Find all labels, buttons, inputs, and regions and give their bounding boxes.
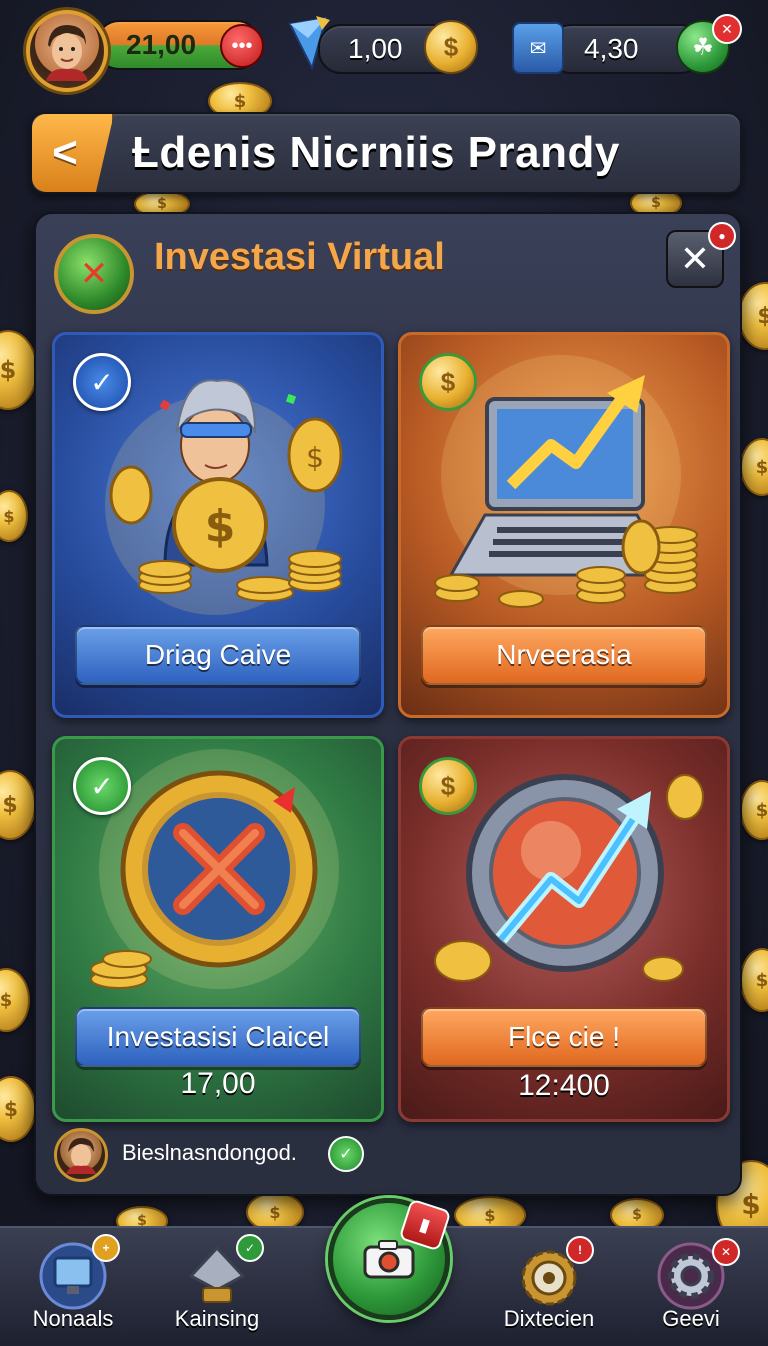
background-coin: $ — [0, 1076, 36, 1142]
nav-label: Geevi — [662, 1306, 720, 1331]
check-icon: ✓ — [73, 353, 131, 411]
background-coin: $ — [740, 438, 768, 496]
nav-label: Nonaals — [32, 1306, 114, 1331]
investment-card-red[interactable]: $ Flce cie ! 12:400 — [398, 736, 730, 1122]
page-header: < Ƚdenis Nicrniis Prandy — [30, 112, 742, 194]
balance-value: 21,00 — [126, 29, 197, 60]
investment-card-green[interactable]: ✓ Investasisi Claicel 17,00 — [52, 736, 384, 1122]
nav-item-kainsing[interactable]: ✓ Kainsing — [152, 1228, 282, 1346]
investment-card-orange[interactable]: $ Nrveerasia — [398, 332, 730, 718]
investment-panel: ✕ Investasi Virtual ✕ ● $ $ ✓ Driag Caiv… — [34, 212, 742, 1196]
background-coin: $ — [0, 770, 36, 840]
player-face-icon — [46, 25, 88, 81]
background-coin: $ — [0, 330, 38, 410]
check-icon: ✓ — [328, 1136, 364, 1172]
mini-face-icon — [66, 1138, 96, 1174]
footer-status-text: Bieslnasndongod. — [122, 1140, 297, 1165]
back-arrow-icon: < — [52, 128, 78, 177]
more-dots-icon[interactable]: ••• — [220, 24, 264, 68]
gold-coin-icon[interactable]: $ — [424, 20, 478, 74]
alert-badge: ! — [566, 1236, 594, 1264]
background-coin: $ — [0, 968, 30, 1032]
nav-item-nonaals[interactable]: + Nonaals — [8, 1228, 138, 1346]
gem-value: 1,00 — [348, 33, 403, 64]
background-coin: $ — [0, 490, 28, 542]
nav-item-geevi[interactable]: ✕ Geevi — [626, 1228, 756, 1346]
camera-icon — [363, 1240, 415, 1279]
card-action-button[interactable]: Flce cie ! — [421, 1007, 707, 1067]
page-title: Ƚdenis Nicrniis Prandy — [132, 128, 620, 177]
card-value: 17,00 — [180, 1067, 256, 1100]
nav-item-dixtecien[interactable]: ! Dixtecien — [484, 1228, 614, 1346]
nav-label: Dixtecien — [503, 1306, 595, 1331]
player-avatar[interactable] — [26, 10, 108, 92]
back-button[interactable]: < — [32, 114, 114, 192]
coin-icon: $ — [419, 353, 477, 411]
close-icon: ✕ — [679, 238, 711, 279]
svg-text:$: $ — [306, 441, 324, 474]
background-coin: $ — [740, 948, 768, 1012]
card-action-button[interactable]: Investasisi Claicel — [75, 1007, 361, 1067]
card-action-button[interactable]: Driag Caive — [75, 625, 361, 685]
balance-pill[interactable]: 21,00 ••• — [96, 20, 264, 70]
ticket-icon: ✉ — [512, 22, 564, 74]
background-coin: $ — [738, 282, 768, 350]
investment-card-blue[interactable]: $ $ ✓ Driag Caive — [52, 332, 384, 718]
notification-badge: + — [92, 1234, 120, 1262]
panel-footer: Bieslnasndongod. ✓ — [54, 1128, 694, 1182]
bottom-navigation: + Nonaals ✓ Kainsing ▮ ! Dixtecien ✕ Gee… — [0, 1198, 768, 1346]
background-coin: $ — [740, 780, 768, 840]
check-icon: ✓ — [73, 757, 131, 815]
coin-icon: $ — [419, 757, 477, 815]
check-icon: ✓ — [236, 1234, 264, 1262]
svg-text:$: $ — [205, 501, 236, 552]
ticket-value: 4,30 — [584, 33, 639, 64]
close-icon: ✕ — [712, 1238, 740, 1266]
top-resource-bar: 21,00 ••• 1,00 $ 4,30 ✉ ☘ ✕ — [0, 0, 768, 100]
panel-title: Investasi Virtual — [154, 236, 445, 278]
nav-label: Kainsing — [174, 1306, 260, 1331]
investment-x-icon: ✕ — [54, 234, 134, 314]
mini-avatar — [54, 1128, 108, 1182]
close-icon[interactable]: ✕ — [712, 14, 742, 44]
card-action-button[interactable]: Nrveerasia — [421, 625, 707, 685]
notification-badge: ● — [708, 222, 736, 250]
card-value: 12:400 — [518, 1069, 610, 1102]
